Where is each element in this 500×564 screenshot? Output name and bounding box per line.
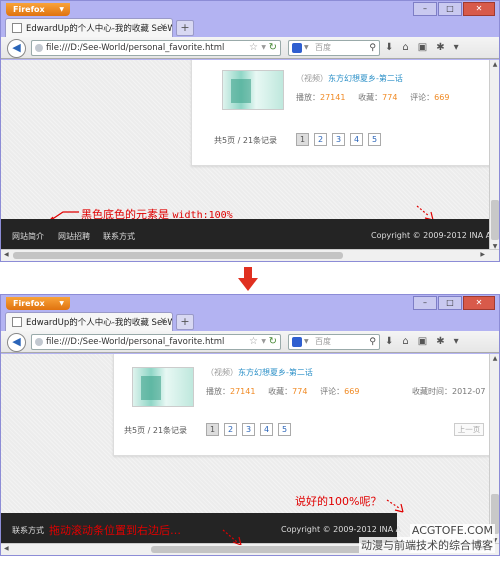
screen-icon[interactable]: ▣	[418, 42, 427, 53]
down-arrow-icon	[238, 267, 258, 291]
annotation-arrows	[222, 499, 404, 545]
baidu-engine-icon[interactable]	[292, 337, 302, 347]
url-text: file:///D:/See-World/personal_favorite.h…	[46, 43, 225, 53]
home-icon[interactable]: ⌂	[402, 336, 408, 347]
navigation-toolbar: ◀ file:///D:/See-World/personal_favorite…	[1, 331, 499, 353]
toolbar-icons: ⬇ ⌂ ▣ ✱ ▾	[385, 336, 459, 347]
maximize-button[interactable]: □	[438, 2, 462, 16]
tab-title: EdwardUp的个人中心-我的收藏 SeeW...	[26, 318, 173, 328]
vertical-scroll-thumb[interactable]	[491, 200, 499, 240]
arrowhead-icon	[394, 503, 404, 513]
close-tab-icon[interactable]: ×	[159, 316, 167, 326]
tab-title: EdwardUp的个人中心-我的收藏 SeeW...	[26, 24, 173, 34]
navigation-toolbar: ◀ file:///D:/See-World/personal_favorite…	[1, 37, 499, 59]
scroll-left-icon[interactable]: ◀	[4, 251, 9, 258]
home-icon[interactable]: ⌂	[402, 42, 408, 53]
globe-icon	[35, 338, 43, 346]
download-icon[interactable]: ⬇	[385, 336, 393, 347]
screen-icon[interactable]: ▣	[418, 336, 427, 347]
search-box[interactable]: ▼ 百度 ⚲	[288, 334, 380, 350]
menu-icon[interactable]: ▾	[454, 336, 459, 347]
reload-icon[interactable]: ↻	[269, 41, 277, 55]
chevron-down-icon: ▼	[59, 6, 64, 13]
scroll-up-icon[interactable]: ▲	[491, 355, 499, 362]
toolbar-icons: ⬇ ⌂ ▣ ✱ ▾	[385, 42, 459, 53]
search-icon[interactable]: ⚲	[369, 41, 376, 55]
addon-icon[interactable]: ✱	[436, 336, 444, 347]
footer-copyright: Copyright © 2009-2012 INA A	[371, 231, 489, 240]
footer-link-contact[interactable]: 联系方式	[103, 231, 135, 242]
new-tab-button[interactable]: +	[176, 20, 194, 36]
arrowhead-icon	[232, 536, 242, 545]
globe-icon	[35, 44, 43, 52]
close-tab-icon[interactable]: ×	[159, 22, 167, 32]
annotation-arrow-right	[416, 205, 430, 217]
firefox-label: Firefox	[13, 299, 45, 308]
window-controls: – □ ✕	[413, 296, 495, 310]
address-bar[interactable]: file:///D:/See-World/personal_favorite.h…	[31, 334, 281, 350]
download-icon[interactable]: ⬇	[385, 42, 393, 53]
footer-link-about[interactable]: 网站简介	[12, 231, 44, 242]
url-text: file:///D:/See-World/personal_favorite.h…	[46, 337, 225, 347]
scroll-up-icon[interactable]: ▲	[491, 61, 499, 68]
vertical-scrollbar[interactable]: ▲ ▼	[489, 354, 499, 545]
engine-dropdown-icon[interactable]: ▼	[304, 335, 309, 349]
firefox-menu-button[interactable]: Firefox ▼	[6, 297, 70, 310]
new-tab-button[interactable]: +	[176, 314, 194, 330]
annotation-arrow-question	[386, 499, 400, 509]
site-footer: 网站简介 网站招聘 联系方式 Copyright © 2009-2012 INA…	[1, 219, 489, 251]
vertical-scrollbar[interactable]: ▲ ▼	[489, 60, 499, 251]
addon-icon[interactable]: ✱	[436, 42, 444, 53]
browser-tab[interactable]: EdwardUp的个人中心-我的收藏 SeeW... ×	[5, 18, 173, 37]
engine-dropdown-icon[interactable]: ▼	[304, 41, 309, 55]
favicon-icon	[12, 23, 22, 33]
horizontal-scrollbar[interactable]: ◀ ▶	[1, 249, 499, 261]
bookmark-star-icon[interactable]: ☆	[249, 41, 258, 55]
search-placeholder: 百度	[315, 337, 331, 346]
scroll-left-icon[interactable]: ◀	[4, 545, 9, 552]
horizontal-scroll-thumb[interactable]	[13, 252, 343, 259]
maximize-button[interactable]: □	[438, 296, 462, 310]
history-dropdown-icon[interactable]: ▼	[261, 335, 266, 349]
history-dropdown-icon[interactable]: ▼	[261, 41, 266, 55]
search-box[interactable]: ▼ 百度 ⚲	[288, 40, 380, 56]
page-viewport: （视频）东方幻想夏乡-第二话 播放：27141 收藏：774 评论：669 收藏…	[1, 354, 489, 545]
close-window-button[interactable]: ✕	[463, 296, 495, 310]
firefox-menu-button[interactable]: Firefox ▼	[6, 3, 70, 16]
annotation-arrow-scroll	[222, 529, 238, 543]
reload-icon[interactable]: ↻	[269, 335, 277, 349]
bookmark-star-icon[interactable]: ☆	[249, 335, 258, 349]
browser-window-after: Firefox ▼ – □ ✕ EdwardUp的个人中心-我的收藏 SeeW..…	[0, 294, 500, 556]
scroll-right-icon[interactable]: ▶	[480, 251, 485, 258]
search-placeholder: 百度	[315, 43, 331, 52]
browser-window-before: Firefox ▼ – □ ✕ EdwardUp的个人中心-我的收藏 SeeW..…	[0, 0, 500, 262]
footer-link-jobs[interactable]: 网站招聘	[58, 231, 90, 242]
minimize-button[interactable]: –	[413, 296, 437, 310]
baidu-engine-icon[interactable]	[292, 43, 302, 53]
favicon-icon	[12, 317, 22, 327]
back-button[interactable]: ◀	[7, 39, 26, 58]
search-icon[interactable]: ⚲	[369, 335, 376, 349]
window-controls: – □ ✕	[413, 2, 495, 16]
browser-tab[interactable]: EdwardUp的个人中心-我的收藏 SeeW... ×	[5, 312, 173, 331]
menu-icon[interactable]: ▾	[454, 42, 459, 53]
page-viewport: （视频）东方幻想夏乡-第二话 播放：27141 收藏：774 评论：669 共5…	[1, 60, 489, 251]
minimize-button[interactable]: –	[413, 2, 437, 16]
firefox-label: Firefox	[13, 5, 45, 14]
address-bar[interactable]: file:///D:/See-World/personal_favorite.h…	[31, 40, 281, 56]
back-button[interactable]: ◀	[7, 333, 26, 352]
chevron-down-icon: ▼	[59, 300, 64, 307]
close-window-button[interactable]: ✕	[463, 2, 495, 16]
